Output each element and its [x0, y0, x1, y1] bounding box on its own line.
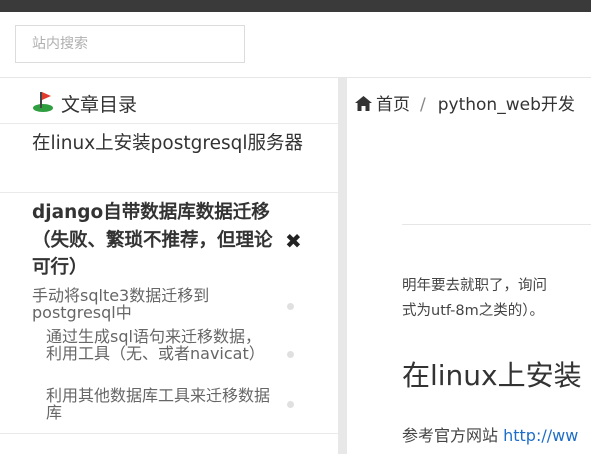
article-heading: 在linux上安装 [402, 359, 582, 392]
reference-link[interactable]: http://ww [503, 426, 578, 445]
bullet-dot [287, 303, 294, 310]
toc-subitem-sqlite-to-postgresql[interactable]: 手动将sqlte3数据迁移到postgresql中 [32, 287, 262, 321]
intro-line-1: 明年要去就职了，询问 [402, 278, 547, 294]
article-reference: 参考官方网站 http://ww [402, 422, 578, 446]
close-icon[interactable]: ✖ [285, 229, 302, 253]
toc-item-django-migration[interactable]: django自带数据库数据迁移（失败、繁琐不推荐，但理论可行） ✖ 手动将sql… [0, 193, 338, 434]
article-intro: 明年要去就职了，询问 式为utf-8m之类的）。 [402, 274, 591, 324]
breadcrumb: 首页 / python_web开发 [355, 90, 575, 115]
toc-item-install-postgresql[interactable]: 在linux上安装postgresql服务器 [0, 124, 338, 193]
divider-line [402, 224, 591, 225]
top-bar [0, 0, 591, 12]
toc-item-label[interactable]: 在linux上安装postgresql服务器 [32, 130, 312, 157]
home-icon[interactable] [355, 96, 372, 111]
breadcrumb-current[interactable]: python_web开发 [438, 95, 575, 115]
search-bar [0, 12, 591, 78]
bullet-dot [287, 351, 294, 358]
bullet-dot [287, 401, 294, 408]
toc-header: 文章目录 [0, 78, 338, 124]
article-main: 首页 / python_web开发 明年要去就职了，询问 式为utf-8m之类的）。… [347, 78, 591, 454]
search-input[interactable] [15, 25, 245, 63]
breadcrumb-home[interactable]: 首页 [376, 95, 410, 115]
toc-item-label[interactable]: django自带数据库数据迁移（失败、繁琐不推荐，但理论可行） [32, 199, 287, 282]
sidebar-divider [338, 78, 347, 454]
toc-sidebar: 文章目录 在linux上安装postgresql服务器 django自带数据库数… [0, 78, 338, 454]
toc-subitem-sql-statements[interactable]: 通过生成sql语句来迁移数据，利用工具（无、或者navicat） [46, 328, 271, 362]
toc-subitem-other-db-tools[interactable]: 利用其他数据库工具来迁移数据库 [46, 387, 271, 421]
flag-icon [33, 92, 53, 112]
intro-line-2: 式为utf-8m之类的）。 [402, 303, 545, 319]
toc-title: 文章目录 [61, 94, 138, 116]
breadcrumb-separator: / [420, 95, 426, 115]
reference-text: 参考官方网站 [402, 426, 504, 445]
